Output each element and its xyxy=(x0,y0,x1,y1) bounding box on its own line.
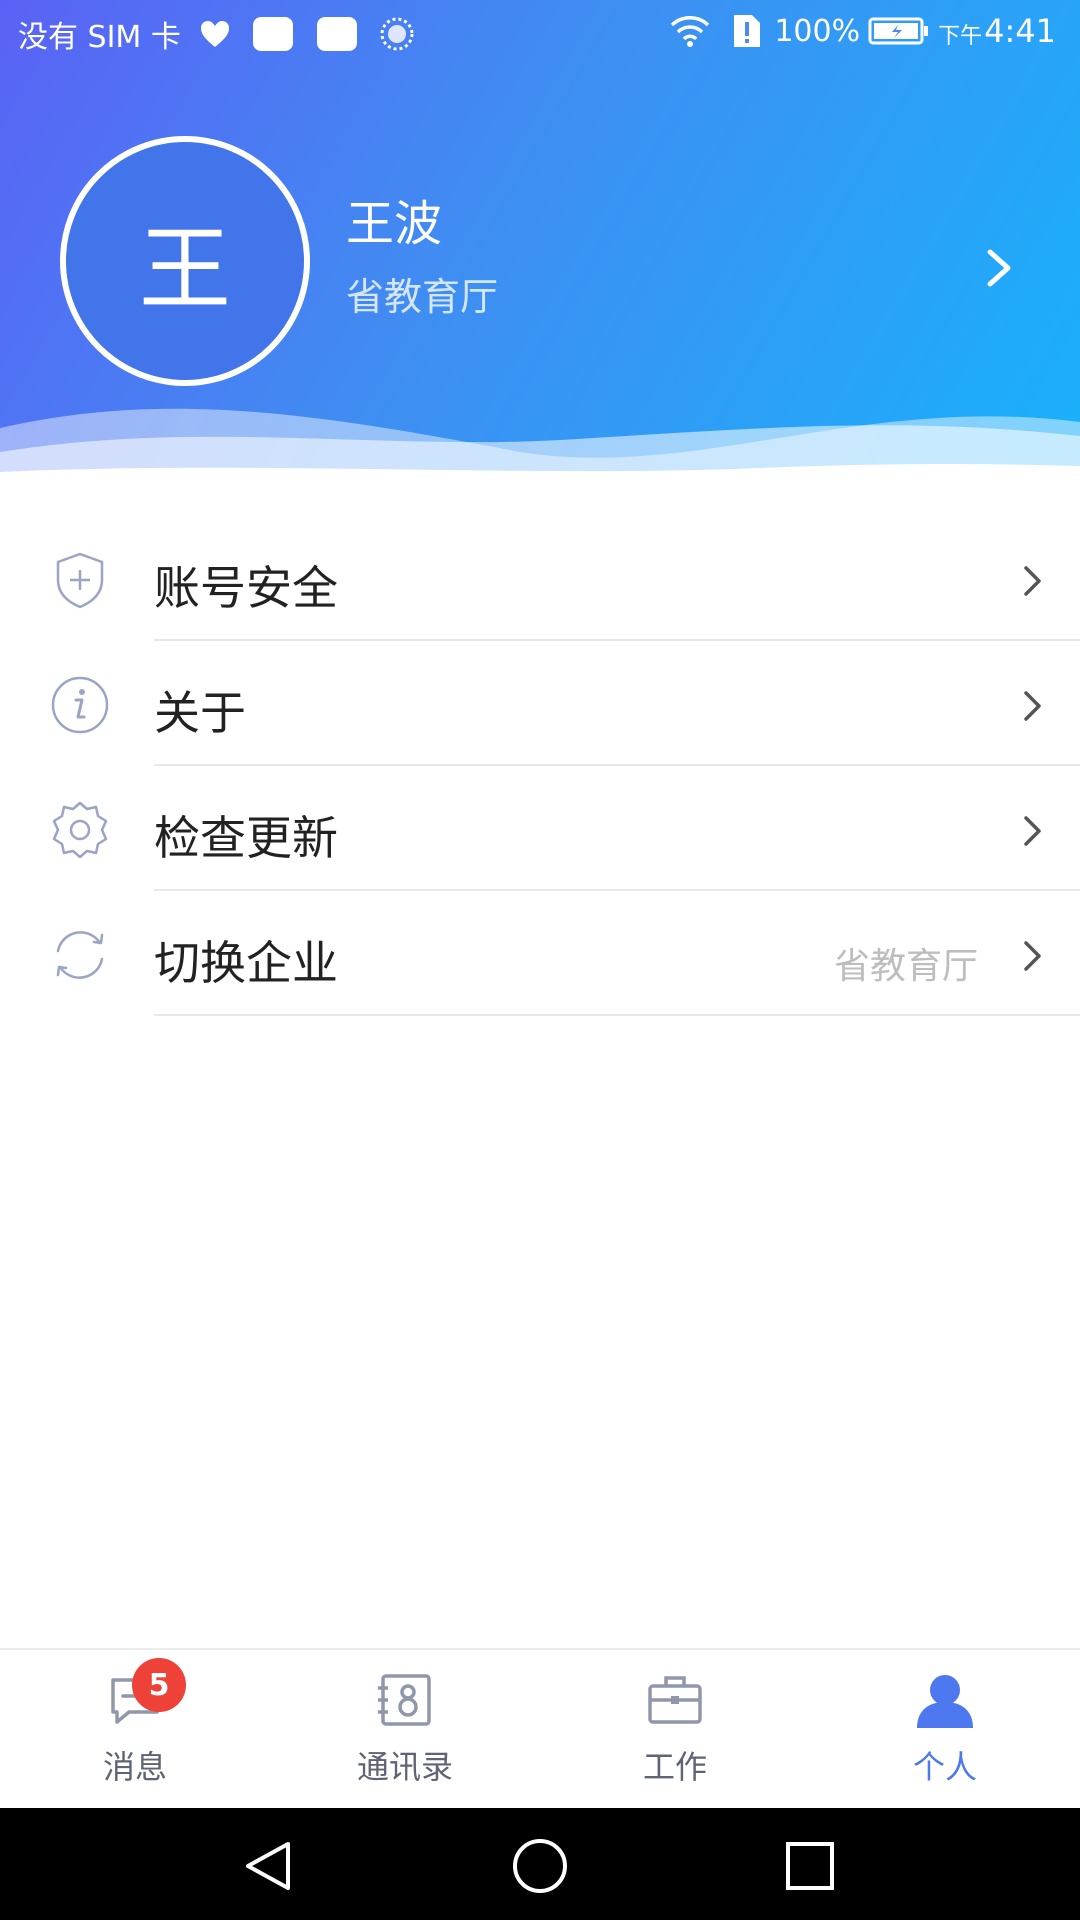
notification-icon xyxy=(316,17,357,51)
clock-ampm: 下午 xyxy=(938,24,983,49)
battery-percent: 100% xyxy=(774,13,861,49)
profile-header: 没有 SIM 卡 100% 下午 4:41 王 王波 省教育厅 xyxy=(0,0,1080,482)
unread-badge: 5 xyxy=(132,1658,186,1712)
system-navigation-bar xyxy=(0,1808,1080,1920)
current-enterprise-value: 省教育厅 xyxy=(833,946,978,987)
sim-alert-icon xyxy=(734,15,761,47)
info-icon xyxy=(51,676,109,734)
notification-icon xyxy=(252,17,293,51)
heart-icon xyxy=(200,21,229,47)
tab-label: 工作 xyxy=(642,1748,707,1786)
bottom-tab-bar: 5 消息 通讯录 工作 个人 xyxy=(0,1648,1080,1810)
avatar[interactable]: 王 xyxy=(60,136,310,386)
clock-time: 4:41 xyxy=(984,12,1056,50)
carrier-text: 没有 SIM 卡 xyxy=(18,20,181,55)
chevron-right-icon xyxy=(1024,941,1041,971)
chevron-right-icon[interactable] xyxy=(984,248,1014,288)
briefcase-icon xyxy=(648,1676,702,1724)
menu-item-switch-enterprise[interactable]: 切换企业 省教育厅 xyxy=(0,891,1080,1016)
tab-label: 通讯录 xyxy=(356,1748,453,1786)
menu-item-account-security[interactable]: 账号安全 xyxy=(0,516,1080,641)
menu-label: 账号安全 xyxy=(154,561,338,615)
tab-work[interactable]: 工作 xyxy=(540,1650,810,1810)
menu-label: 关于 xyxy=(154,686,246,740)
refresh-icon xyxy=(56,931,104,979)
menu-label: 检查更新 xyxy=(154,811,338,865)
person-icon xyxy=(917,1675,973,1728)
user-organization: 省教育厅 xyxy=(346,275,499,319)
recents-icon[interactable] xyxy=(780,1836,840,1896)
home-icon[interactable] xyxy=(510,1836,570,1896)
battery-icon xyxy=(868,17,929,45)
tab-personal[interactable]: 个人 xyxy=(810,1650,1080,1810)
status-bar: 没有 SIM 卡 100% 下午 4:41 xyxy=(0,0,1080,64)
menu-item-about[interactable]: 关于 xyxy=(0,641,1080,766)
divider xyxy=(154,1014,1080,1016)
wave-decoration xyxy=(0,408,1080,482)
chevron-right-icon xyxy=(1024,691,1041,721)
chevron-right-icon xyxy=(1024,816,1041,846)
shield-icon xyxy=(56,552,104,609)
app-notification-icon xyxy=(380,17,414,51)
tab-messages[interactable]: 5 消息 xyxy=(0,1650,270,1810)
tab-contacts[interactable]: 通讯录 xyxy=(270,1650,540,1810)
settings-menu: 账号安全 关于 检查更新 切换企业 省教育厅 xyxy=(0,516,1080,1016)
avatar-initial: 王 xyxy=(138,215,231,323)
gear-icon xyxy=(52,801,108,859)
user-name[interactable]: 王波 xyxy=(346,184,442,254)
back-icon[interactable] xyxy=(240,1836,300,1896)
menu-item-check-update[interactable]: 检查更新 xyxy=(0,766,1080,891)
chevron-right-icon xyxy=(1024,566,1041,596)
contacts-icon xyxy=(378,1674,431,1726)
tab-label: 个人 xyxy=(912,1748,977,1786)
wifi-icon xyxy=(671,16,710,47)
tab-label: 消息 xyxy=(102,1748,167,1786)
menu-label: 切换企业 xyxy=(154,936,338,990)
